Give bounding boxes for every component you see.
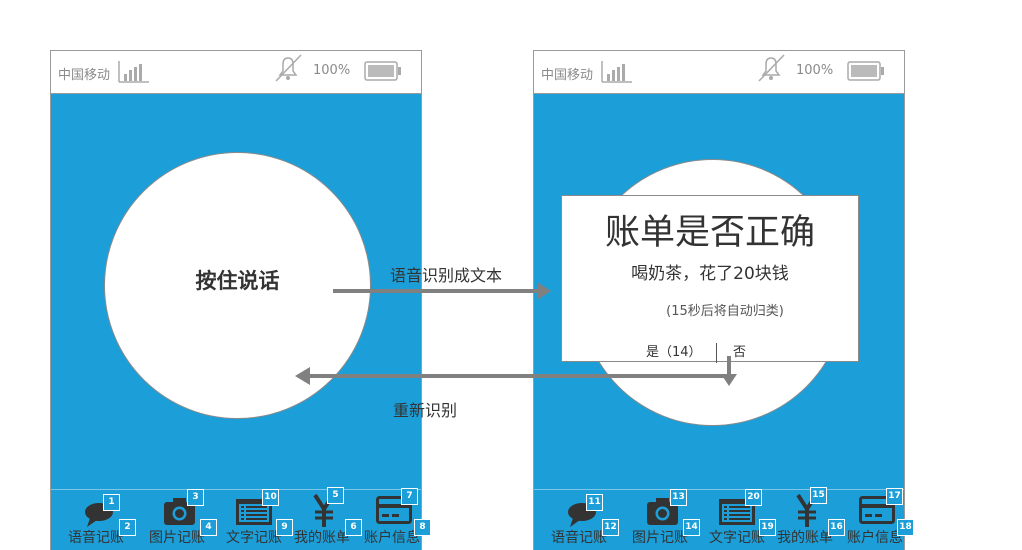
back-flow-label: 重新识别 [393,401,458,420]
back-arrow [295,356,737,386]
flow-arrows [295,282,737,386]
forward-flow-label: 语音识别成文本 [390,266,503,285]
